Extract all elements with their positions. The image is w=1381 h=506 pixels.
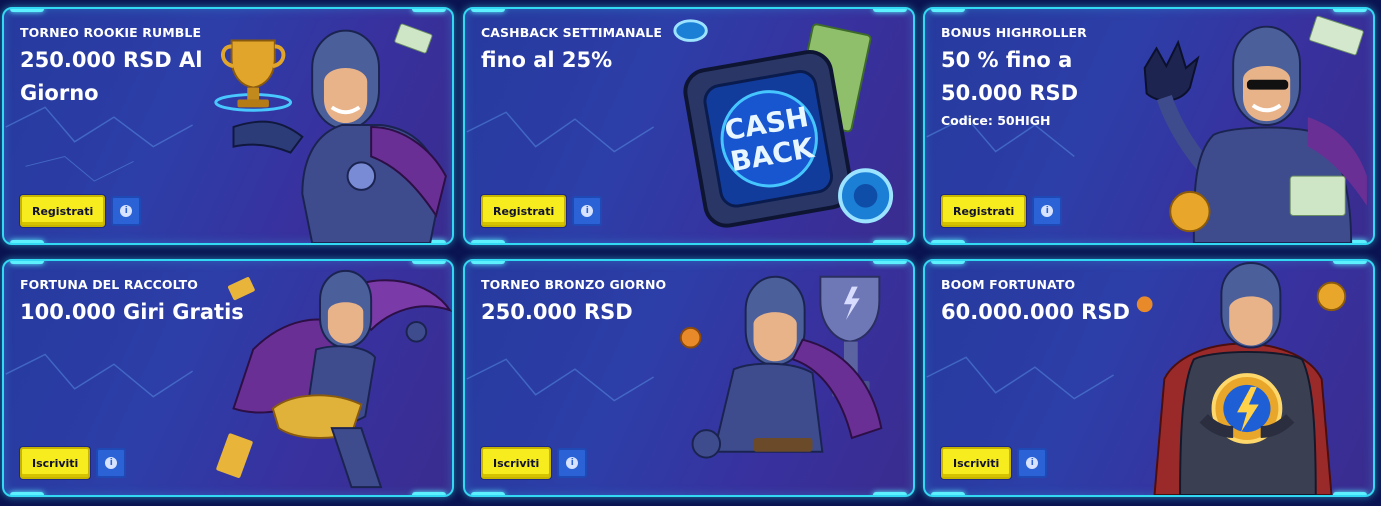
corner-accent (471, 492, 505, 495)
promo-card-lucky-boom[interactable]: BOOM FORTUNATO 60.000.000 RSD Iscriviti … (923, 259, 1375, 497)
corner-accent (10, 240, 44, 243)
info-icon: i (581, 205, 594, 217)
promo-kicker: TORNEO BRONZO GIORNO (481, 277, 667, 292)
promo-kicker: FORTUNA DEL RACCOLTO (20, 277, 198, 292)
promo-headline: 100.000 Giri Gratis (20, 300, 244, 324)
promo-kicker: TORNEO ROOKIE RUMBLE (20, 25, 202, 40)
register-button[interactable]: Registrati (481, 195, 567, 227)
corner-accent (931, 9, 965, 12)
promo-headline: fino al 25% (481, 48, 613, 72)
promo-headline: 250.000 RSD Al Giorno (20, 48, 203, 105)
corner-accent (931, 240, 965, 243)
info-icon: i (566, 457, 579, 469)
info-button[interactable]: i (557, 448, 588, 478)
promo-headline: 60.000.000 RSD (941, 300, 1130, 324)
lightning-orb-hero-icon (1136, 261, 1347, 495)
promo-headline: 50 % fino a 50.000 RSD (941, 48, 1079, 105)
corner-accent (931, 492, 965, 495)
corner-accent (10, 261, 44, 264)
subscribe-button[interactable]: Iscriviti (20, 447, 91, 479)
corner-accent (471, 9, 505, 12)
promo-card-cashback[interactable]: CASHBACK SETTIMANALE fino al 25% CASH BA… (463, 7, 915, 245)
trophy-hero-icon (214, 23, 447, 243)
corner-accent (471, 261, 505, 264)
promo-card-highroller[interactable]: BONUS HIGHROLLER 50 % fino a 50.000 RSD … (923, 7, 1375, 245)
info-button[interactable]: i (572, 196, 603, 226)
register-button[interactable]: Registrati (20, 195, 106, 227)
promotions-grid: TORNEO ROOKIE RUMBLE 250.000 RSD Al Gior… (0, 0, 1381, 506)
corner-accent (10, 492, 44, 495)
corner-accent (931, 261, 965, 264)
cashback-device-icon: CASH BACK (673, 19, 894, 228)
info-button[interactable]: i (1017, 448, 1048, 478)
promo-kicker: BOOM FORTUNATO (941, 277, 1076, 292)
corner-accent (10, 9, 44, 12)
info-button[interactable]: i (1032, 196, 1063, 226)
info-button[interactable]: i (96, 448, 127, 478)
info-icon: i (120, 205, 133, 217)
info-icon: i (1026, 457, 1039, 469)
subscribe-button[interactable]: Iscriviti (941, 447, 1012, 479)
promo-card-harvest-fortune[interactable]: FORTUNA DEL RACCOLTO 100.000 Giri Gratis… (2, 259, 454, 497)
sunglasses-hero-icon (1143, 15, 1367, 243)
promo-kicker: BONUS HIGHROLLER (941, 25, 1087, 40)
promo-code: Codice: 50HIGH (941, 113, 1051, 128)
promo-headline: 250.000 RSD (481, 300, 633, 324)
info-icon: i (105, 457, 118, 469)
info-button[interactable]: i (111, 196, 142, 226)
info-icon: i (1041, 205, 1054, 217)
corner-accent (471, 240, 505, 243)
trophy-hero-icon (679, 275, 883, 459)
promo-card-rookie-rumble[interactable]: TORNEO ROOKIE RUMBLE 250.000 RSD Al Gior… (2, 7, 454, 245)
subscribe-button[interactable]: Iscriviti (481, 447, 552, 479)
register-button[interactable]: Registrati (941, 195, 1027, 227)
promo-kicker: CASHBACK SETTIMANALE (481, 25, 663, 40)
promo-card-bronze-day[interactable]: TORNEO BRONZO GIORNO 250.000 RSD Iscrivi… (463, 259, 915, 497)
